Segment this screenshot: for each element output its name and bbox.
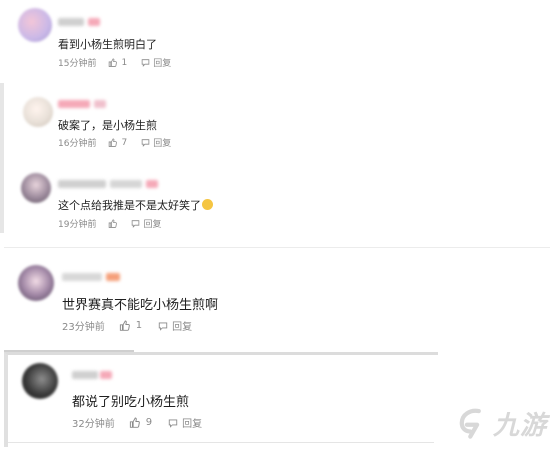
avatar[interactable] — [21, 173, 51, 203]
reply-icon — [158, 321, 168, 331]
jiuyou-logo-icon — [459, 408, 481, 439]
avatar[interactable] — [23, 97, 53, 127]
comment-time: 32分钟前 — [72, 419, 115, 430]
thumbs-up-icon — [119, 320, 130, 331]
comment-time: 19分钟前 — [58, 220, 97, 230]
like-button[interactable]: 1 — [119, 320, 142, 331]
like-count: 1 — [135, 320, 143, 331]
comment-text: 看到小杨生煎明白了 — [58, 38, 157, 51]
divider-line — [8, 442, 434, 443]
user-badge-blurred — [100, 371, 112, 379]
username-blurred[interactable] — [72, 371, 98, 379]
reply-label: 回复 — [153, 139, 172, 149]
username-blurred[interactable] — [58, 18, 84, 26]
comment-meta: 15分钟前 1 回复 — [58, 56, 171, 70]
comment-text: 都说了别吃小杨生煎 — [72, 395, 190, 410]
watermark-text: 九游 — [493, 410, 548, 441]
user-badge-blurred — [94, 100, 106, 108]
username-blurred[interactable] — [62, 273, 102, 281]
user-subname-blurred — [110, 180, 142, 188]
comment-text: 世界赛真不能吃小杨生煎啊 — [62, 298, 219, 313]
reply-button[interactable]: 回复 — [168, 415, 202, 430]
reply-button[interactable]: 回复 — [158, 318, 192, 333]
reply-icon — [132, 220, 140, 228]
username-blurred[interactable] — [58, 180, 106, 188]
comment-text: 这个点给我推是不是太好笑了 — [58, 197, 213, 213]
thumbs-up-icon — [109, 138, 118, 147]
comment-time: 16分钟前 — [58, 139, 97, 149]
comment-meta: 19分钟前 回复 — [58, 217, 161, 230]
reply-label: 回复 — [153, 59, 172, 69]
reply-label: 回复 — [172, 322, 193, 333]
comment-panel-4 — [4, 352, 438, 447]
reply-label: 回复 — [182, 419, 203, 430]
like-button[interactable] — [108, 219, 118, 228]
comment-time: 23分钟前 — [62, 322, 105, 333]
like-button[interactable]: 1 — [108, 58, 127, 68]
user-badge-blurred — [106, 273, 120, 281]
comment-feed-screenshot: 看到小杨生煎明白了 15分钟前 1 回复 破案了，是小杨生煎 16分钟前 7 回… — [0, 0, 550, 450]
avatar[interactable] — [22, 363, 58, 399]
like-count: 7 — [121, 137, 128, 148]
comment-time: 15分钟前 — [58, 59, 97, 69]
reply-button[interactable]: 回复 — [141, 136, 171, 149]
like-count: 1 — [121, 57, 128, 68]
like-button[interactable]: 9 — [129, 417, 152, 428]
reply-icon — [141, 59, 150, 67]
comment-text: 破案了，是小杨生煎 — [58, 119, 157, 132]
comment-text-body: 这个点给我推是不是太好笑了 — [58, 199, 201, 212]
user-badge-blurred — [88, 18, 100, 26]
reply-label: 回复 — [143, 220, 162, 230]
comment-meta: 23分钟前 1 回复 — [62, 318, 192, 333]
avatar[interactable] — [18, 8, 52, 42]
like-button[interactable]: 7 — [108, 138, 127, 148]
comment-meta: 16分钟前 7 回复 — [58, 136, 171, 150]
reply-icon — [141, 139, 150, 147]
laughing-emoji-icon — [202, 199, 213, 210]
username-blurred[interactable] — [58, 100, 90, 108]
thumbs-up-icon — [129, 417, 140, 428]
reply-button[interactable]: 回复 — [131, 217, 161, 230]
comment-meta: 32分钟前 9 回复 — [72, 415, 202, 430]
jiuyou-watermark: 九游 — [455, 400, 547, 446]
thumbs-up-icon — [109, 219, 118, 228]
user-badge-blurred — [146, 180, 158, 188]
reply-icon — [168, 418, 178, 428]
reply-button[interactable]: 回复 — [141, 56, 171, 69]
avatar[interactable] — [18, 265, 54, 301]
thumbs-up-icon — [109, 58, 118, 67]
like-count: 9 — [145, 417, 153, 428]
